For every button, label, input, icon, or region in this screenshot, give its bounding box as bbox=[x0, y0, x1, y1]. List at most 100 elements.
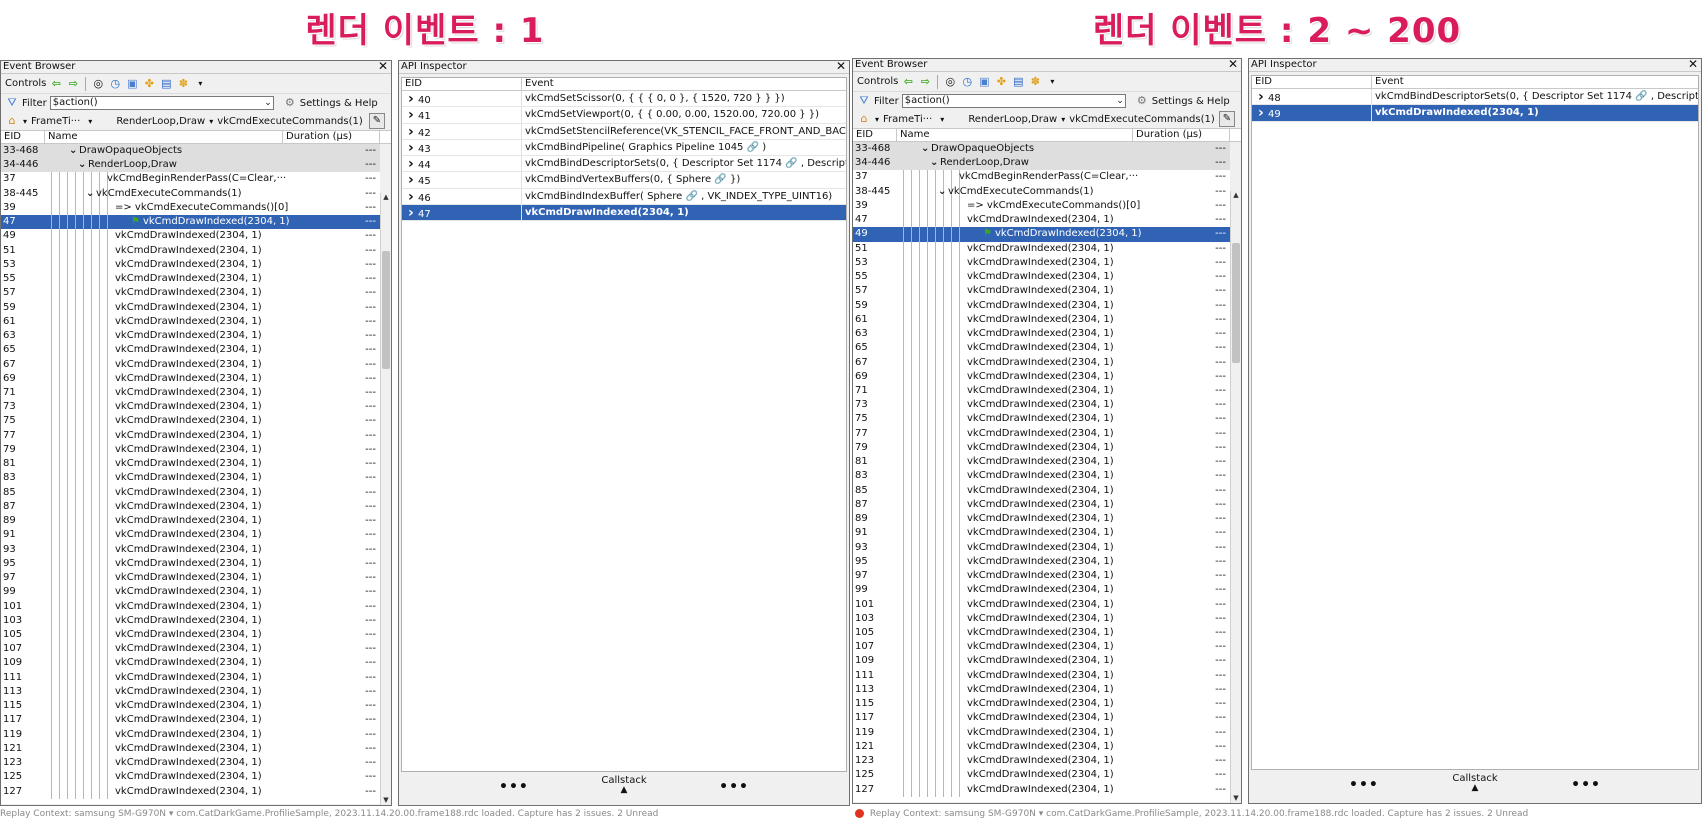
table-row[interactable]: 53 vkCmdDrawIndexed(2304, 1) --- bbox=[1, 257, 380, 273]
more-icon[interactable]: ••• bbox=[719, 779, 749, 795]
table-row[interactable]: 75 vkCmdDrawIndexed(2304, 1) --- bbox=[853, 412, 1230, 427]
table-row[interactable]: 125 vkCmdDrawIndexed(2304, 1) --- bbox=[1, 770, 380, 785]
chevron-down-icon[interactable]: ⌄ bbox=[69, 144, 79, 158]
colorize-icon[interactable]: ✽ bbox=[1028, 75, 1042, 89]
table-row[interactable]: 38-445 ⌄ vkCmdExecuteCommands(1) --- bbox=[853, 184, 1230, 199]
table-row[interactable]: 111 vkCmdDrawIndexed(2304, 1) --- bbox=[1, 670, 380, 685]
table-row[interactable]: 103 vkCmdDrawIndexed(2304, 1) --- bbox=[1, 613, 380, 628]
close-icon[interactable]: ✕ bbox=[1688, 59, 1698, 70]
table-row[interactable]: 87 vkCmdDrawIndexed(2304, 1) --- bbox=[853, 497, 1230, 513]
chevron-down-icon[interactable]: ⌄ bbox=[86, 187, 96, 201]
table-row[interactable]: 55 vkCmdDrawIndexed(2304, 1) --- bbox=[1, 272, 380, 287]
table-row[interactable]: 38-445 ⌄ vkCmdExecuteCommands(1) --- bbox=[1, 186, 380, 201]
table-row[interactable]: 95 vkCmdDrawIndexed(2304, 1) --- bbox=[853, 554, 1230, 570]
table-row[interactable]: 57 vkCmdDrawIndexed(2304, 1) --- bbox=[1, 286, 380, 301]
table-row[interactable]: 63 vkCmdDrawIndexed(2304, 1) --- bbox=[853, 327, 1230, 342]
table-row[interactable]: 69 vkCmdDrawIndexed(2304, 1) --- bbox=[1, 371, 380, 386]
table-row[interactable]: 127 vkCmdDrawIndexed(2304, 1) --- bbox=[1, 784, 380, 799]
breadcrumb-item[interactable]: RenderLoop,Draw bbox=[116, 116, 205, 127]
table-row[interactable]: 39 => vkCmdExecuteCommands()[0] --- bbox=[853, 198, 1230, 214]
table-row[interactable]: 49 vkCmdDrawIndexed(2304, 1) --- bbox=[1, 229, 380, 244]
chevron-right-icon[interactable]: › bbox=[1254, 105, 1268, 120]
table-row[interactable]: 55 vkCmdDrawIndexed(2304, 1) --- bbox=[853, 270, 1230, 285]
table-row[interactable]: 125 vkCmdDrawIndexed(2304, 1) --- bbox=[853, 768, 1230, 783]
table-row[interactable]: 107 vkCmdDrawIndexed(2304, 1) --- bbox=[1, 642, 380, 657]
table-row[interactable]: 115 vkCmdDrawIndexed(2304, 1) --- bbox=[853, 697, 1230, 712]
table-row[interactable]: 51 vkCmdDrawIndexed(2304, 1) --- bbox=[853, 241, 1230, 256]
api-row[interactable]: › 47 vkCmdDrawIndexed(2304, 1) bbox=[402, 205, 846, 222]
table-row[interactable]: 37 vkCmdBeginRenderPass(C=Clear,··· --- bbox=[853, 170, 1230, 185]
table-row[interactable]: 95 vkCmdDrawIndexed(2304, 1) --- bbox=[1, 556, 380, 572]
breadcrumb-item[interactable]: RenderLoop,Draw bbox=[968, 114, 1057, 125]
chevron-right-icon[interactable]: › bbox=[404, 172, 418, 187]
table-row[interactable]: 77 vkCmdDrawIndexed(2304, 1) --- bbox=[1, 428, 380, 443]
expand-up-icon[interactable]: ▲ bbox=[399, 786, 849, 795]
chevron-right-icon[interactable]: › bbox=[1254, 89, 1268, 104]
more-icon[interactable]: ••• bbox=[499, 779, 529, 795]
chevron-right-icon[interactable]: › bbox=[404, 205, 418, 220]
table-row[interactable]: 105 vkCmdDrawIndexed(2304, 1) --- bbox=[853, 625, 1230, 641]
api-row[interactable]: › 40 vkCmdSetScissor(0, { { { 0, 0 }, { 15… bbox=[402, 91, 846, 108]
chevron-right-icon[interactable]: › bbox=[404, 140, 418, 155]
table-row[interactable]: 99 vkCmdDrawIndexed(2304, 1) --- bbox=[853, 583, 1230, 598]
scroll-up-icon[interactable]: ▲ bbox=[1231, 191, 1241, 200]
column-header-eid[interactable]: EID bbox=[853, 129, 897, 141]
chevron-down-icon[interactable]: ▾ bbox=[875, 115, 879, 124]
table-row[interactable]: 81 vkCmdDrawIndexed(2304, 1) --- bbox=[853, 455, 1230, 470]
table-row[interactable]: 61 vkCmdDrawIndexed(2304, 1) --- bbox=[1, 314, 380, 330]
table-row[interactable]: 85 vkCmdDrawIndexed(2304, 1) --- bbox=[853, 483, 1230, 498]
table-row[interactable]: 79 vkCmdDrawIndexed(2304, 1) --- bbox=[1, 442, 380, 458]
table-row[interactable]: 119 vkCmdDrawIndexed(2304, 1) --- bbox=[853, 725, 1230, 740]
table-row[interactable]: 121 vkCmdDrawIndexed(2304, 1) --- bbox=[853, 739, 1230, 755]
scroll-down-icon[interactable]: ▼ bbox=[1231, 794, 1241, 803]
chevron-down-icon[interactable]: ▾ bbox=[23, 117, 27, 126]
table-row[interactable]: 47 ⚑ vkCmdDrawIndexed(2304, 1) --- bbox=[1, 215, 380, 230]
chevron-down-icon[interactable]: ⌄ bbox=[1116, 95, 1124, 107]
column-header-eid[interactable]: EID bbox=[1, 131, 45, 143]
chevron-down-icon[interactable]: ▾ bbox=[88, 117, 92, 126]
table-row[interactable]: 127 vkCmdDrawIndexed(2304, 1) --- bbox=[853, 782, 1230, 797]
table-row[interactable]: 65 vkCmdDrawIndexed(2304, 1) --- bbox=[1, 343, 380, 358]
table-row[interactable]: 101 vkCmdDrawIndexed(2304, 1) --- bbox=[1, 599, 380, 614]
table-row[interactable]: 53 vkCmdDrawIndexed(2304, 1) --- bbox=[853, 255, 1230, 271]
table-row[interactable]: 47 vkCmdDrawIndexed(2304, 1) --- bbox=[853, 213, 1230, 228]
chevron-right-icon[interactable]: › bbox=[404, 189, 418, 204]
column-header-eid[interactable]: EID bbox=[1252, 76, 1372, 88]
table-row[interactable]: 113 vkCmdDrawIndexed(2304, 1) --- bbox=[853, 682, 1230, 698]
table-row[interactable]: 105 vkCmdDrawIndexed(2304, 1) --- bbox=[1, 627, 380, 643]
back-arrow-icon[interactable]: ⇦ bbox=[49, 77, 63, 91]
close-icon[interactable]: ✕ bbox=[1228, 59, 1238, 70]
api-row[interactable]: › 49 vkCmdDrawIndexed(2304, 1) bbox=[1252, 105, 1698, 122]
table-row[interactable]: 115 vkCmdDrawIndexed(2304, 1) --- bbox=[1, 699, 380, 714]
column-header-duration[interactable]: Duration (µs) bbox=[283, 131, 380, 143]
chevron-down-icon[interactable]: ⌄ bbox=[264, 97, 272, 109]
api-row[interactable]: › 44 vkCmdBindDescriptorSets(0, { Descript… bbox=[402, 156, 846, 173]
table-row[interactable]: 59 vkCmdDrawIndexed(2304, 1) --- bbox=[1, 300, 380, 315]
chevron-down-icon[interactable]: ▾ bbox=[1061, 115, 1065, 124]
chevron-down-icon[interactable]: ⌄ bbox=[78, 158, 88, 172]
more-icon[interactable]: ••• bbox=[1571, 777, 1601, 793]
table-row[interactable]: 33-468 ⌄ DrawOpaqueObjects --- bbox=[853, 142, 1230, 157]
column-header-event[interactable]: Event bbox=[522, 78, 846, 90]
table-row[interactable]: 34-446 ⌄ RenderLoop,Draw --- bbox=[853, 156, 1230, 171]
gear-icon[interactable]: ⚙ bbox=[283, 96, 297, 110]
table-row[interactable]: 67 vkCmdDrawIndexed(2304, 1) --- bbox=[853, 355, 1230, 370]
table-row[interactable]: 87 vkCmdDrawIndexed(2304, 1) --- bbox=[1, 499, 380, 515]
table-row[interactable]: 65 vkCmdDrawIndexed(2304, 1) --- bbox=[853, 341, 1230, 356]
pencil-icon[interactable]: ✎ bbox=[369, 113, 385, 129]
back-arrow-icon[interactable]: ⇦ bbox=[901, 75, 915, 89]
table-row[interactable]: 119 vkCmdDrawIndexed(2304, 1) --- bbox=[1, 727, 380, 742]
table-row[interactable]: 37 vkCmdBeginRenderPass(C=Clear,··· --- bbox=[1, 172, 380, 187]
clock-icon[interactable]: ◷ bbox=[108, 77, 122, 91]
home-icon[interactable]: ⌂ bbox=[5, 114, 19, 128]
table-row[interactable]: 51 vkCmdDrawIndexed(2304, 1) --- bbox=[1, 243, 380, 258]
scroll-up-icon[interactable]: ▲ bbox=[381, 193, 391, 202]
table-row[interactable]: 77 vkCmdDrawIndexed(2304, 1) --- bbox=[853, 426, 1230, 441]
bookmarks-icon[interactable]: ✤ bbox=[994, 75, 1008, 89]
api-row[interactable]: › 42 vkCmdSetStencilReference(VK_STENCIL_F… bbox=[402, 123, 846, 140]
chevron-right-icon[interactable]: › bbox=[404, 156, 418, 171]
table-row[interactable]: 111 vkCmdDrawIndexed(2304, 1) --- bbox=[853, 668, 1230, 683]
chevron-right-icon[interactable]: › bbox=[404, 124, 418, 139]
table-row[interactable]: 109 vkCmdDrawIndexed(2304, 1) --- bbox=[853, 654, 1230, 669]
forward-arrow-icon[interactable]: ⇨ bbox=[918, 75, 932, 89]
